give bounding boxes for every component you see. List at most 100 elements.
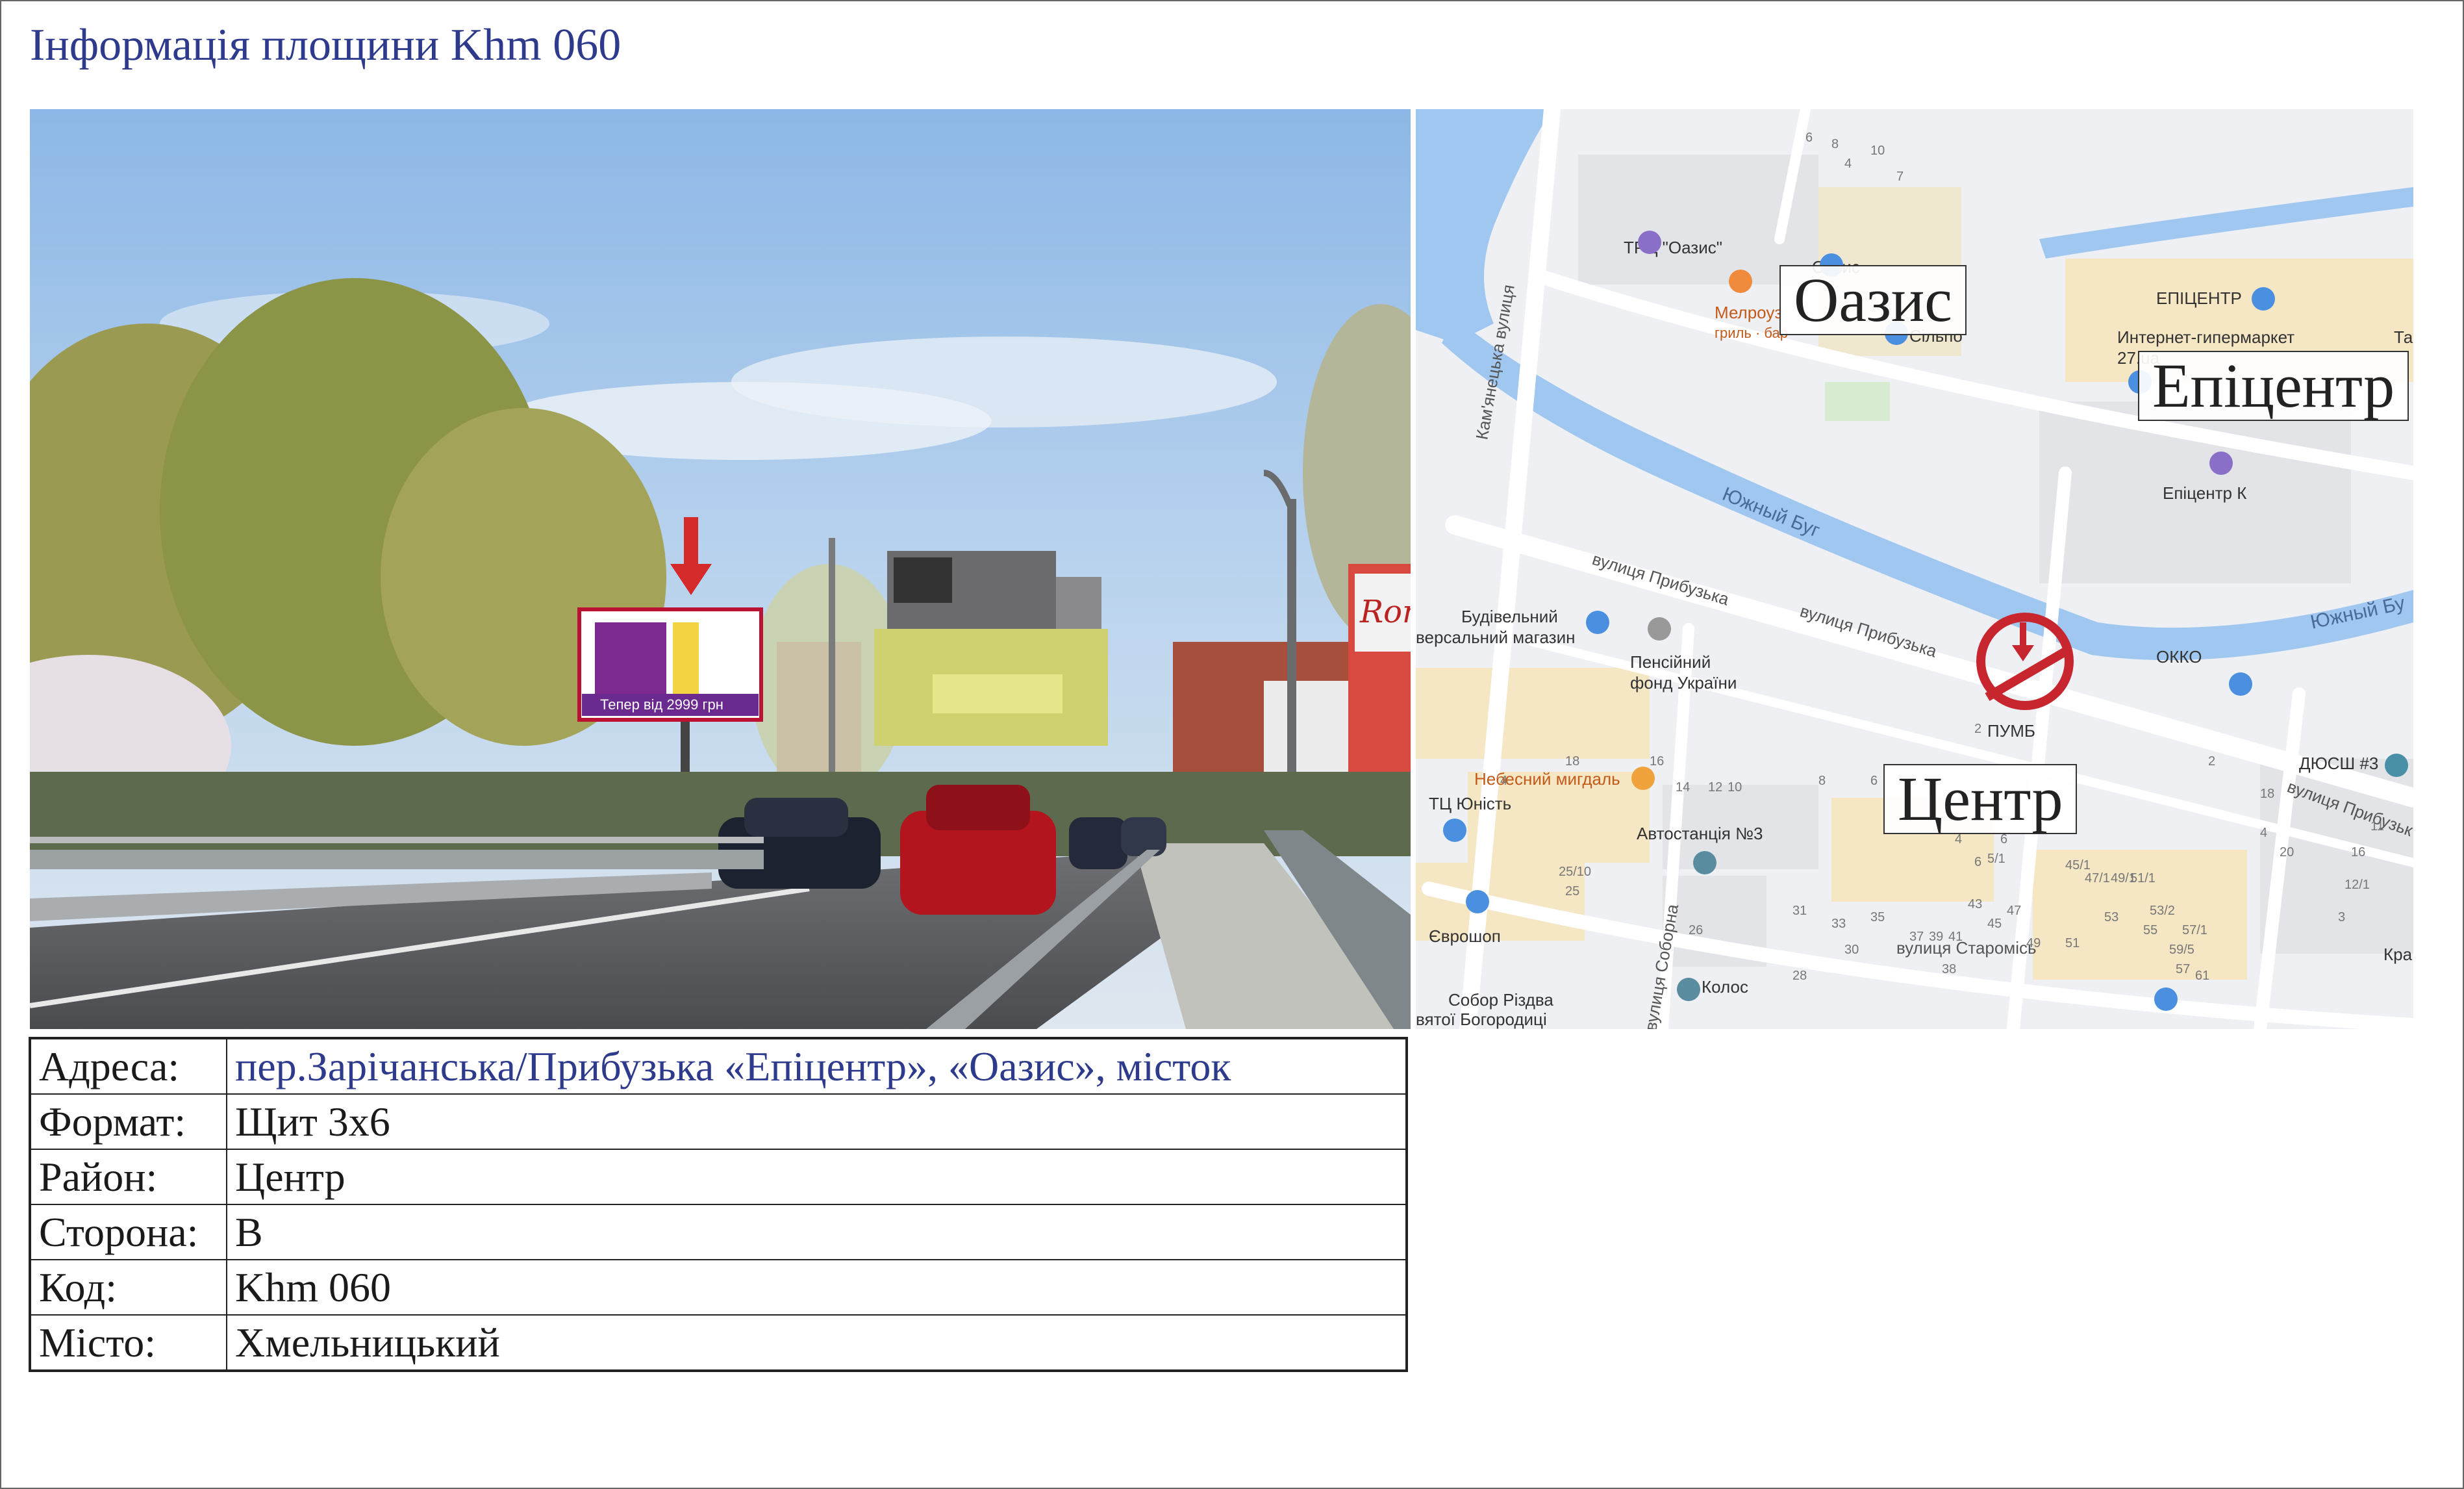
place-dyusch: ДЮСШ #3: [2299, 754, 2378, 773]
info-label: Місто:: [29, 1314, 227, 1371]
place-tc-yunist: ТЦ Юність: [1429, 794, 1511, 813]
place-nebesnyi: Небесний мигдаль: [1474, 769, 1620, 789]
house-number: 3: [2338, 910, 2345, 924]
house-number: 31: [1792, 904, 1807, 918]
house-number: 57/1: [2182, 923, 2207, 937]
house-number: 18: [1565, 754, 1579, 769]
place-avtostantsiia: Автостанція №3: [1637, 824, 1763, 843]
house-number: 6: [1805, 131, 1813, 145]
place-kra: Кра: [2383, 945, 2413, 964]
place-okko: ОККО: [2156, 647, 2202, 667]
house-number: 53/2: [2150, 904, 2175, 918]
house-number: 6: [2000, 832, 2007, 846]
info-row: Сторона: В: [29, 1204, 1407, 1260]
house-number: 33: [1831, 917, 1846, 931]
house-number: 4: [2260, 826, 2267, 840]
house-number: 11: [2370, 819, 2384, 834]
house-number: 57: [2176, 962, 2190, 976]
house-number: 28: [1792, 969, 1807, 983]
place-pension-2: фонд України: [1630, 673, 1737, 693]
house-number: 37: [1909, 930, 1924, 944]
info-label: Код:: [29, 1259, 227, 1316]
house-number: 45/1: [2065, 858, 2091, 872]
place-gril: гриль · бар: [1715, 325, 1788, 341]
place-kolos: Колос: [1702, 977, 1748, 997]
house-number: 45: [1987, 917, 2002, 931]
info-label: Сторона:: [29, 1204, 227, 1260]
house-number: 49: [2026, 936, 2041, 950]
house-number: 47/1: [2085, 871, 2110, 885]
place-yevroshop: Єврошоп: [1429, 926, 1501, 946]
map-label-epicenter: Епіцентр: [2138, 351, 2409, 421]
house-number: 16: [2351, 845, 2365, 859]
house-number: 5/1: [1987, 852, 2005, 866]
house-number: 59/5: [2169, 943, 2194, 957]
place-sobor-2: вятої Богородиці: [1416, 1010, 1547, 1029]
house-number: 2: [2208, 754, 2215, 769]
map-illustration: Кам'янецька вулиця вулиця Прибузька вули…: [1416, 109, 2413, 1029]
house-number: 41: [1948, 930, 1963, 944]
place-pension-1: Пенсійний: [1630, 652, 1711, 672]
house-number: 51: [2065, 936, 2080, 950]
house-number: 51/1: [2130, 871, 2156, 885]
place-pumb: ПУМБ: [1987, 721, 2035, 741]
house-number: 47: [2007, 904, 2021, 918]
house-number: 30: [1844, 943, 1859, 957]
house-number: 25: [1565, 884, 1579, 898]
place-budivelnyi: Будівельний: [1461, 607, 1558, 626]
svg-text:Rona: Rona: [1359, 594, 1411, 630]
info-value: Khm 060: [226, 1259, 1407, 1316]
billboard-price: Тепер від 2999 грн: [600, 696, 723, 713]
info-row: Район: Центр: [29, 1149, 1407, 1205]
house-number: 18: [2260, 787, 2274, 801]
info-label: Район:: [29, 1149, 227, 1205]
info-row: Адреса: пер.Зарічанська/Прибузька «Епіцен…: [29, 1037, 1407, 1095]
house-number: 4: [1955, 832, 1962, 846]
house-number: 43: [1968, 897, 1982, 911]
house-number: 12/1: [2345, 878, 2370, 892]
house-number: 10: [1870, 144, 1885, 158]
billboard-photo: Rona Тепер від 2999 грн: [30, 109, 1411, 1029]
place-hypermarket: Интернет-гипермаркет: [2117, 327, 2294, 347]
page-title: Інформація площини Khm 060: [30, 20, 622, 70]
house-number: 38: [1942, 962, 1956, 976]
house-number: 4: [1500, 774, 1507, 788]
house-number: 53: [2104, 910, 2118, 924]
location-map[interactable]: Кам'янецька вулиця вулиця Прибузька вули…: [1416, 109, 2413, 1029]
house-number: 14: [1676, 780, 1690, 795]
place-sobor-1: Собор Різдва: [1448, 990, 1553, 1010]
house-number: 25/10: [1559, 865, 1591, 879]
info-row: Формат: Щит 3х6: [29, 1093, 1407, 1150]
info-label: Адреса:: [29, 1037, 227, 1095]
house-number: 35: [1870, 910, 1885, 924]
place-epicenter-k: Епіцентр К: [2163, 483, 2246, 503]
info-value: пер.Зарічанська/Прибузька «Епіцентр», «О…: [226, 1037, 1407, 1095]
map-label-oasis: Оазис: [1779, 265, 1967, 335]
house-number: 6: [1870, 774, 1878, 788]
house-number: 20: [2280, 845, 2294, 859]
house-number: 55: [2143, 923, 2157, 937]
house-number: 7: [1896, 170, 1904, 184]
house-number: 8: [1818, 774, 1826, 788]
house-number: 16: [1650, 754, 1664, 769]
info-value: Щит 3х6: [226, 1093, 1407, 1150]
info-value: Хмельницький: [226, 1314, 1407, 1371]
info-label: Формат:: [29, 1093, 227, 1150]
house-number: 26: [1689, 923, 1703, 937]
house-number: 6: [1974, 855, 1981, 869]
info-value: Центр: [226, 1149, 1407, 1205]
house-number: 8: [1831, 137, 1839, 151]
house-number: 39: [1929, 930, 1943, 944]
house-number: 61: [2195, 969, 2209, 983]
info-table: Адреса: пер.Зарічанська/Прибузька «Епіцен…: [29, 1037, 1408, 1372]
place-epicenter-pin: ЕПІЦЕНТР: [2156, 288, 2242, 308]
house-number: 4: [1844, 157, 1852, 171]
place-ta: Та: [2394, 327, 2413, 347]
map-label-center: Центр: [1883, 764, 2078, 834]
info-row: Код: Khm 060: [29, 1259, 1407, 1316]
info-row: Місто: Хмельницький: [29, 1314, 1407, 1371]
place-universal: версальний магазин: [1416, 628, 1575, 647]
house-number: 12: [1708, 780, 1722, 795]
house-number: 2: [1974, 722, 1981, 736]
photo-illustration: Rona Тепер від 2999 грн: [30, 109, 1411, 1029]
